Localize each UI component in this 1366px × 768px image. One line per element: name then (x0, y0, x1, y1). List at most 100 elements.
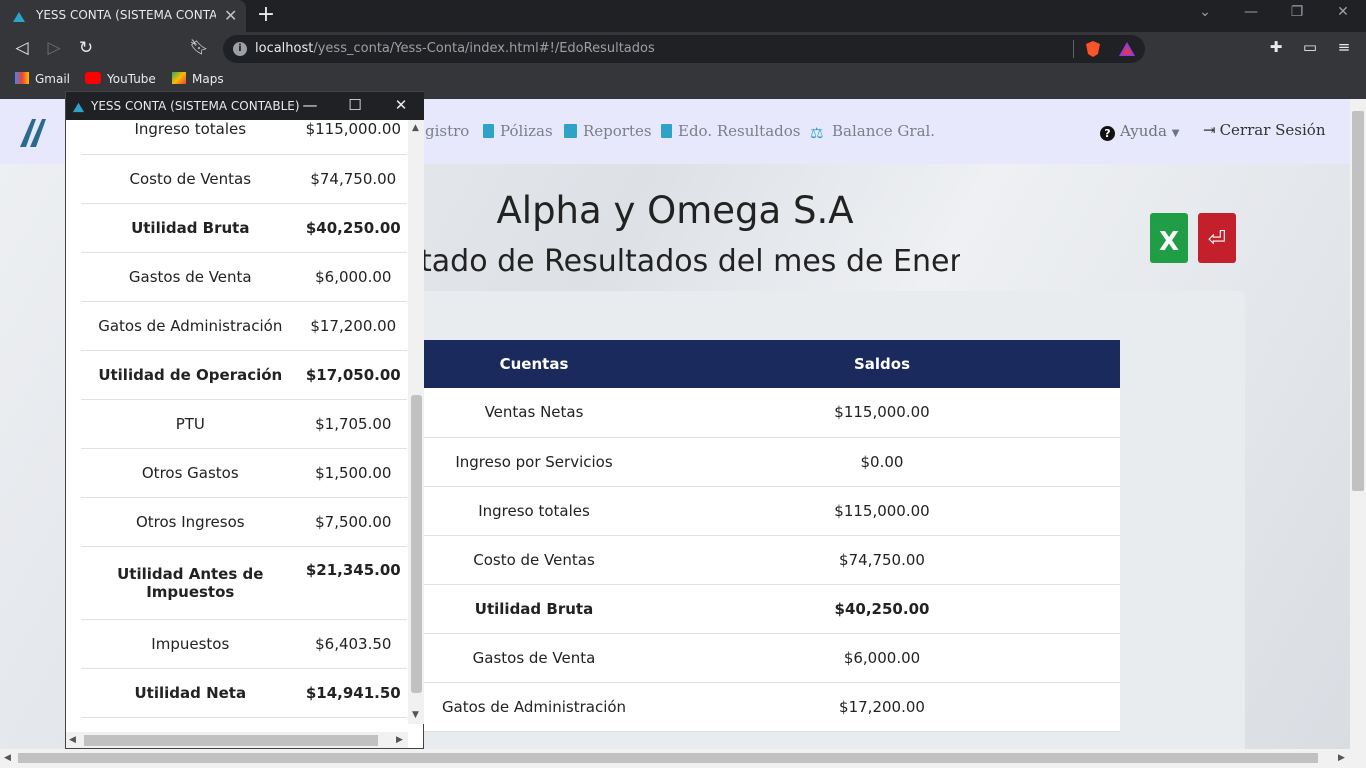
table-row: Gatos de Administración $17,200.00 (81, 301, 407, 351)
restore-button[interactable]: ❐ (1274, 4, 1320, 20)
bookmark-youtube[interactable]: YouTube (85, 72, 156, 86)
account-cell: PTU (81, 399, 300, 449)
scale-icon: ⚖ (810, 124, 824, 142)
scrollbar-thumb[interactable] (18, 753, 1318, 763)
table-row: Utilidad de Operación $17,050.00 (81, 350, 407, 400)
pdf-export-icon[interactable]: ⏎ (1198, 213, 1236, 263)
scroll-down-icon[interactable]: ▼ (412, 710, 419, 720)
table-row: Impuestos $6,403.50 (81, 619, 407, 669)
popup-income-table: Ingreso totales $115,000.00 Costo de Vent… (81, 120, 407, 718)
caret-down-icon: ▼ (1171, 128, 1180, 139)
scrollbar-thumb[interactable] (411, 395, 422, 693)
balance-cell: $17,050.00 (299, 350, 407, 400)
account-cell: Utilidad de Operación (81, 350, 300, 400)
sign-out-icon: ⇥ (1203, 121, 1216, 139)
scroll-up-icon[interactable]: ▲ (412, 123, 419, 133)
site-info-icon[interactable]: i (233, 42, 247, 56)
minimize-button[interactable]: — (1228, 4, 1274, 20)
report-subtitle: tado de Resultados del mes de Enero (420, 244, 960, 279)
account-cell: Ventas Netas (424, 388, 644, 438)
close-window-button[interactable]: ✕ (1320, 4, 1366, 20)
account-cell: Utilidad Bruta (81, 203, 300, 253)
bookmark-icon[interactable]: 🔖︎ (187, 38, 211, 56)
popup-minimize-button[interactable]: — (296, 96, 324, 114)
table-row: Otros Gastos $1,500.00 (81, 448, 407, 498)
wallet-icon[interactable]: ▭ (1298, 38, 1322, 56)
table-header-row: Cuentas Saldos (424, 340, 1120, 388)
page-horizontal-scrollbar[interactable]: ◀ ▶ (0, 749, 1366, 768)
balance-cell: $40,250.00 (644, 584, 1120, 634)
forward-button[interactable]: ▷ (42, 38, 66, 58)
balance-cell: $14,941.50 (299, 668, 407, 718)
menu-icon[interactable]: ≡ (1332, 38, 1356, 56)
extensions-icon[interactable]: ✚ (1264, 38, 1288, 56)
table-row: Utilidad Bruta $40,250.00 (424, 584, 1120, 634)
nav-polizas[interactable]: Pólizas (483, 122, 553, 140)
brave-rewards-icon[interactable] (1118, 41, 1136, 57)
scroll-right-icon[interactable]: ▶ (1338, 753, 1345, 763)
balance-cell: $40,250.00 (299, 203, 407, 253)
popup-close-button[interactable]: ✕ (387, 96, 415, 114)
popup-vertical-scrollbar[interactable]: ▲ ▼ (408, 120, 424, 724)
file-icon (483, 124, 494, 138)
balance-cell: $74,750.00 (299, 154, 407, 204)
logout-button[interactable]: ⇥ Cerrar Sesión (1203, 121, 1326, 139)
scroll-left-icon[interactable]: ◀ (69, 735, 76, 745)
income-statement-table: Cuentas Saldos Ventas Netas $115,000.00 I… (424, 340, 1120, 732)
report-icon (564, 124, 577, 138)
balance-cell: $115,000.00 (299, 120, 407, 155)
gmail-icon (15, 72, 29, 84)
new-tab-button[interactable]: + (256, 2, 276, 27)
table-row: Ingreso totales $115,000.00 (424, 486, 1120, 536)
bookmark-gmail[interactable]: Gmail (15, 72, 70, 86)
tab-strip: YESS CONTA (SISTEMA CONTABLE) ✕ + ⌄ — ❐ … (0, 0, 1366, 32)
bookmark-maps[interactable]: Maps (172, 72, 224, 86)
app-logo-icon (20, 119, 46, 147)
table-row: Gastos de Venta $6,000.00 (424, 633, 1120, 683)
scrollbar-thumb[interactable] (84, 735, 378, 746)
nav-balance-general[interactable]: ⚖ Balance Gral. (810, 122, 935, 142)
browser-toolbar: ◁ ▷ ↻ 🔖︎ i localhost/yess_conta/Yess-Con… (0, 32, 1366, 66)
popup-maximize-button[interactable]: ☐ (341, 96, 369, 114)
reload-button[interactable]: ↻ (74, 38, 98, 58)
account-cell: Gastos de Venta (81, 252, 300, 302)
table-row: Gastos de Venta $6,000.00 (81, 252, 407, 302)
col-header-accounts: Cuentas (424, 340, 644, 388)
brave-shield-icon[interactable] (1085, 40, 1101, 58)
tab-search-icon[interactable]: ⌄ (1182, 4, 1228, 20)
tab-close-icon[interactable]: ✕ (224, 6, 237, 25)
browser-tab[interactable]: YESS CONTA (SISTEMA CONTABLE) ✕ (0, 0, 246, 32)
page-vertical-scrollbar[interactable] (1350, 99, 1366, 749)
balance-cell: $74,750.00 (644, 535, 1120, 585)
account-cell: Utilidad Antes de Impuestos (81, 546, 300, 620)
balance-cell: $1,705.00 (299, 399, 407, 449)
account-cell: Otros Ingresos (81, 497, 300, 547)
scroll-right-icon[interactable]: ▶ (396, 735, 403, 745)
popup-title: YESS CONTA (SISTEMA CONTABLE) (91, 99, 300, 113)
table-row: Ingreso totales $115,000.00 (81, 120, 407, 155)
table-row: Costo de Ventas $74,750.00 (81, 154, 407, 204)
balance-cell: $6,403.50 (299, 619, 407, 669)
bookmarks-bar: Gmail YouTube Maps (0, 66, 1366, 94)
table-row: Ingreso por Servicios $0.00 (424, 437, 1120, 487)
nav-edo-resultados[interactable]: Edo. Resultados (661, 122, 800, 140)
col-header-balances: Saldos (644, 340, 1120, 388)
account-cell: Ingreso totales (424, 486, 644, 536)
account-cell: Gastos de Venta (424, 633, 644, 683)
scrollbar-thumb[interactable] (1352, 111, 1364, 491)
table-row: Otros Ingresos $7,500.00 (81, 497, 407, 547)
nav-registro[interactable]: gistro (425, 122, 469, 140)
balance-cell: $115,000.00 (644, 486, 1120, 536)
question-icon: ? (1100, 126, 1115, 141)
address-bar[interactable]: i localhost/yess_conta/Yess-Conta/index.… (223, 35, 1145, 63)
excel-export-icon[interactable]: X (1150, 213, 1188, 263)
popup-titlebar[interactable]: YESS CONTA (SISTEMA CONTABLE) — ☐ ✕ (66, 92, 424, 120)
back-button[interactable]: ◁ (10, 38, 34, 58)
nav-reportes[interactable]: Reportes (564, 122, 652, 140)
account-cell: Costo de Ventas (81, 154, 300, 204)
popup-horizontal-scrollbar[interactable]: ◀ ▶ (66, 732, 408, 748)
account-cell: Utilidad Neta (81, 668, 300, 718)
scroll-left-icon[interactable]: ◀ (4, 753, 11, 763)
help-dropdown[interactable]: ? Ayuda ▼ (1100, 122, 1179, 141)
divider (1073, 40, 1074, 58)
